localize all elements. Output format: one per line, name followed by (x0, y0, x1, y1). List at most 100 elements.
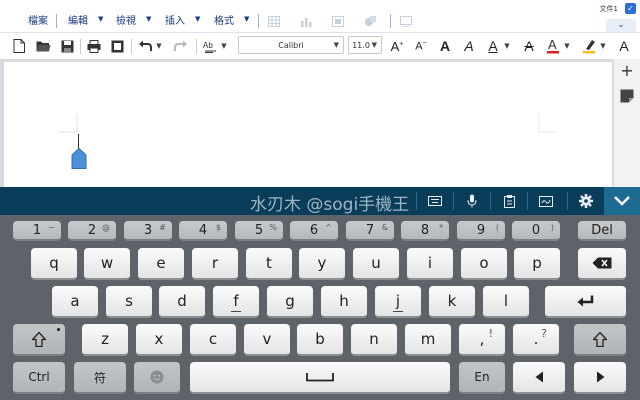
handwriting-icon[interactable] (528, 187, 564, 215)
key-2[interactable]: 2 @ (68, 221, 116, 241)
key-d[interactable]: d (159, 286, 205, 318)
key-f[interactable]: f (213, 286, 259, 318)
symbol-key[interactable]: 符 (74, 362, 126, 394)
bold-button[interactable]: A (436, 36, 454, 56)
key-v[interactable]: v (244, 324, 290, 356)
menu-edit[interactable]: 編輯 ▼ (68, 9, 103, 29)
key-0[interactable]: 0) (512, 221, 560, 241)
format-painter-button[interactable]: Ab (201, 36, 219, 56)
key-n[interactable]: n (351, 324, 397, 356)
strikethrough-button[interactable]: A (520, 36, 538, 56)
insert-chart-icon[interactable] (298, 13, 314, 29)
insert-shape-icon[interactable] (362, 13, 378, 29)
open-button[interactable] (34, 36, 52, 56)
key-comma[interactable]: ,! (459, 324, 505, 356)
insert-table-icon[interactable] (266, 13, 282, 29)
undo-button[interactable] (136, 36, 154, 56)
menu-insert[interactable]: 插入 ▼ (165, 9, 200, 29)
undo-dropdown[interactable]: ▼ (154, 36, 164, 56)
backspace-key[interactable] (578, 248, 626, 280)
hide-keyboard-button[interactable] (604, 187, 640, 215)
settings-icon[interactable] (568, 187, 604, 215)
key-6[interactable]: 6 ^ (290, 221, 338, 241)
underline-button[interactable]: A (484, 36, 502, 56)
underline-dropdown[interactable]: ▼ (502, 36, 512, 56)
document-tab-label[interactable]: 文件1 (600, 4, 618, 14)
key-l[interactable]: l (483, 286, 529, 318)
print-button[interactable] (85, 36, 103, 56)
slide-icon[interactable] (398, 13, 414, 29)
ctrl-key[interactable]: Ctrl (13, 362, 65, 394)
cursor-right-key[interactable] (574, 362, 626, 394)
checkmark-icon[interactable]: ✓ (625, 3, 636, 14)
keyboard-layout-icon[interactable] (417, 187, 453, 215)
key-e[interactable]: e (138, 248, 184, 280)
svg-text:A: A (548, 38, 557, 52)
insert-textbox-icon[interactable] (330, 13, 346, 29)
document-page[interactable] (4, 62, 612, 187)
key-u[interactable]: u (353, 248, 399, 280)
key-i[interactable]: i (407, 248, 453, 280)
formatting-toolbar: ▼ Ab ▼ Calibri ▼ 11.0 ▼ A+ A− A A A ▼ A … (0, 32, 640, 60)
key-r[interactable]: r (192, 248, 238, 280)
keyboard-toolbar: 水刃木 @sogi手機王 (0, 187, 640, 215)
italic-button[interactable]: A (460, 36, 478, 56)
highlight-dropdown[interactable]: ▼ (598, 36, 608, 56)
font-color-button[interactable]: A (544, 36, 562, 56)
key-8[interactable]: 8 * (401, 221, 449, 241)
print-preview-button[interactable] (108, 36, 126, 56)
key-s[interactable]: s (106, 286, 152, 318)
key-3[interactable]: 3 # (124, 221, 172, 241)
key-5[interactable]: 5% (235, 221, 283, 241)
add-icon[interactable]: + (619, 63, 635, 79)
collapse-ribbon-button[interactable]: ⌄ (606, 19, 636, 32)
save-button[interactable] (58, 36, 76, 56)
shift-key-right[interactable] (574, 324, 626, 356)
key-g[interactable]: g (267, 286, 313, 318)
key-p[interactable]: p (514, 248, 560, 280)
key-w[interactable]: w (84, 248, 130, 280)
language-key[interactable]: En (459, 362, 505, 394)
key-z[interactable]: z (82, 324, 128, 356)
emoji-key[interactable] (134, 362, 180, 394)
cursor-left-key[interactable] (513, 362, 565, 394)
key-7[interactable]: 7 & (346, 221, 394, 241)
key-k[interactable]: k (429, 286, 475, 318)
cursor-handle[interactable] (71, 147, 87, 173)
font-color-dropdown[interactable]: ▼ (562, 36, 572, 56)
more-options-button[interactable]: A (614, 36, 634, 56)
key-j[interactable]: j (375, 286, 421, 318)
redo-button[interactable] (172, 36, 190, 56)
key-m[interactable]: m (405, 324, 451, 356)
microphone-icon[interactable] (454, 187, 490, 215)
key-x[interactable]: x (136, 324, 182, 356)
highlight-button[interactable] (580, 36, 598, 56)
key-9[interactable]: 9( (457, 221, 505, 241)
key-b[interactable]: b (297, 324, 343, 356)
delete-key[interactable]: Del (578, 221, 626, 241)
note-edit-icon[interactable] (620, 88, 634, 107)
key-period[interactable]: .? (513, 324, 559, 356)
increase-font-size-button[interactable]: A+ (388, 36, 406, 56)
font-size-select[interactable]: 11.0 ▼ (348, 36, 382, 54)
key-o[interactable]: o (461, 248, 507, 280)
menu-file[interactable]: 檔案 (28, 9, 48, 29)
decrease-font-size-button[interactable]: A− (412, 36, 430, 56)
key-q[interactable]: q (31, 248, 77, 280)
key-c[interactable]: c (190, 324, 236, 356)
shift-key-left[interactable] (13, 324, 65, 356)
menu-format[interactable]: 格式 ▼ (214, 9, 249, 29)
space-bar[interactable] (190, 362, 450, 394)
format-painter-dropdown[interactable]: ▼ (219, 36, 229, 56)
enter-key[interactable] (545, 286, 626, 318)
new-document-button[interactable] (10, 36, 28, 56)
menu-view[interactable]: 檢視 ▼ (116, 9, 151, 29)
font-name-select[interactable]: Calibri ▼ (238, 36, 344, 54)
clipboard-icon[interactable] (491, 187, 527, 215)
key-a[interactable]: a (52, 286, 98, 318)
key-t[interactable]: t (246, 248, 292, 280)
key-4[interactable]: 4 $ (179, 221, 227, 241)
key-h[interactable]: h (321, 286, 367, 318)
key-y[interactable]: y (299, 248, 345, 280)
key-1[interactable]: 1 ~ (13, 221, 61, 241)
